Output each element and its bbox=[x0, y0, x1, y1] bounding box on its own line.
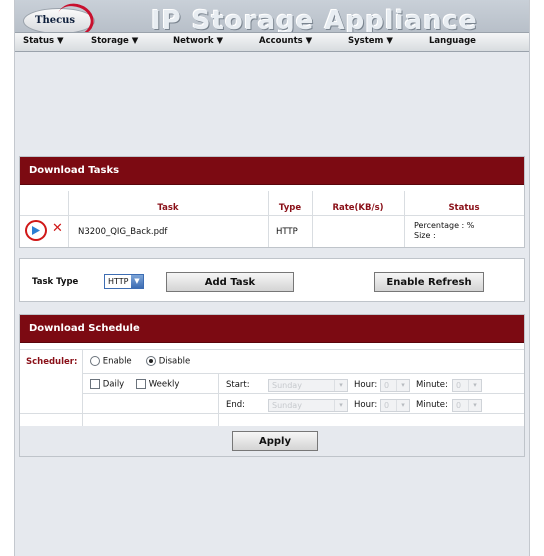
end-minute-label: Minute: bbox=[416, 400, 448, 410]
task-toolbar: Task Type HTTP ▼ Add Task Enable Refresh bbox=[19, 258, 525, 302]
download-schedule-title: Download Schedule bbox=[20, 315, 524, 343]
weekly-option[interactable]: Weekly bbox=[136, 379, 179, 390]
play-icon[interactable] bbox=[31, 226, 40, 235]
apply-bar: Apply bbox=[19, 426, 525, 457]
end-day-select[interactable]: Sunday ▾ bbox=[268, 399, 348, 412]
scheduler-label: Scheduler: bbox=[26, 357, 78, 367]
start-minute-select[interactable]: 0 ▾ bbox=[452, 379, 482, 392]
chevron-down-icon: ▾ bbox=[334, 380, 347, 391]
daily-option[interactable]: Daily bbox=[90, 379, 124, 390]
apply-button[interactable]: Apply bbox=[232, 431, 318, 451]
chevron-down-icon: ▾ bbox=[334, 400, 347, 411]
start-label: Start: bbox=[226, 380, 250, 390]
download-schedule-panel: Download Schedule Scheduler: Enable Disa… bbox=[19, 314, 525, 428]
menu-system[interactable]: System ▼ bbox=[348, 36, 393, 46]
task-status-size: Size : bbox=[414, 231, 436, 240]
col-status: Status bbox=[448, 203, 480, 213]
download-tasks-panel: Download Tasks Task Type Rate(KB/s) Stat… bbox=[19, 156, 525, 248]
task-type-label: Task Type bbox=[32, 277, 79, 287]
start-minute-label: Minute: bbox=[416, 380, 448, 390]
end-hour-select[interactable]: 0 ▾ bbox=[380, 399, 410, 412]
disable-option[interactable]: Disable bbox=[146, 356, 190, 367]
page-frame: Thecus IP Storage Appliance Status ▼ Sto… bbox=[14, 0, 530, 556]
task-type-select[interactable]: HTTP ▼ bbox=[104, 274, 144, 289]
task-name: N3200_QIG_Back.pdf bbox=[78, 227, 168, 237]
end-minute-select[interactable]: 0 ▾ bbox=[452, 399, 482, 412]
chevron-down-icon: ▾ bbox=[468, 380, 481, 391]
enable-radio[interactable] bbox=[90, 356, 100, 366]
weekly-checkbox[interactable] bbox=[136, 379, 146, 389]
task-type: HTTP bbox=[276, 227, 298, 237]
end-hour-label: Hour: bbox=[354, 400, 378, 410]
enable-refresh-button[interactable]: Enable Refresh bbox=[374, 272, 484, 292]
chevron-down-icon: ▾ bbox=[396, 380, 409, 391]
menu-storage[interactable]: Storage ▼ bbox=[91, 36, 138, 46]
chevron-down-icon: ▾ bbox=[396, 400, 409, 411]
menu-accounts[interactable]: Accounts ▼ bbox=[259, 36, 312, 46]
col-type: Type bbox=[278, 203, 302, 213]
menu-network[interactable]: Network ▼ bbox=[173, 36, 223, 46]
thecus-logo: Thecus bbox=[23, 0, 99, 41]
main-menu-bar: Status ▼ Storage ▼ Network ▼ Accounts ▼ … bbox=[15, 32, 529, 52]
add-task-button[interactable]: Add Task bbox=[166, 272, 294, 292]
enable-option[interactable]: Enable bbox=[90, 356, 132, 367]
delete-icon[interactable]: ✕ bbox=[52, 221, 63, 236]
app-header: Thecus IP Storage Appliance Status ▼ Sto… bbox=[15, 0, 529, 52]
start-hour-select[interactable]: 0 ▾ bbox=[380, 379, 410, 392]
daily-checkbox[interactable] bbox=[90, 379, 100, 389]
task-status-percentage: Percentage : % bbox=[414, 221, 475, 230]
col-task: Task bbox=[157, 203, 179, 213]
menu-status[interactable]: Status ▼ bbox=[23, 36, 64, 46]
download-tasks-title: Download Tasks bbox=[20, 157, 524, 185]
chevron-down-icon: ▾ bbox=[468, 400, 481, 411]
menu-language[interactable]: Language bbox=[429, 36, 476, 46]
col-rate: Rate(KB/s) bbox=[332, 203, 384, 213]
chevron-down-icon: ▼ bbox=[131, 275, 143, 288]
end-label: End: bbox=[226, 400, 246, 410]
start-day-select[interactable]: Sunday ▾ bbox=[268, 379, 348, 392]
disable-radio[interactable] bbox=[146, 356, 156, 366]
start-hour-label: Hour: bbox=[354, 380, 378, 390]
